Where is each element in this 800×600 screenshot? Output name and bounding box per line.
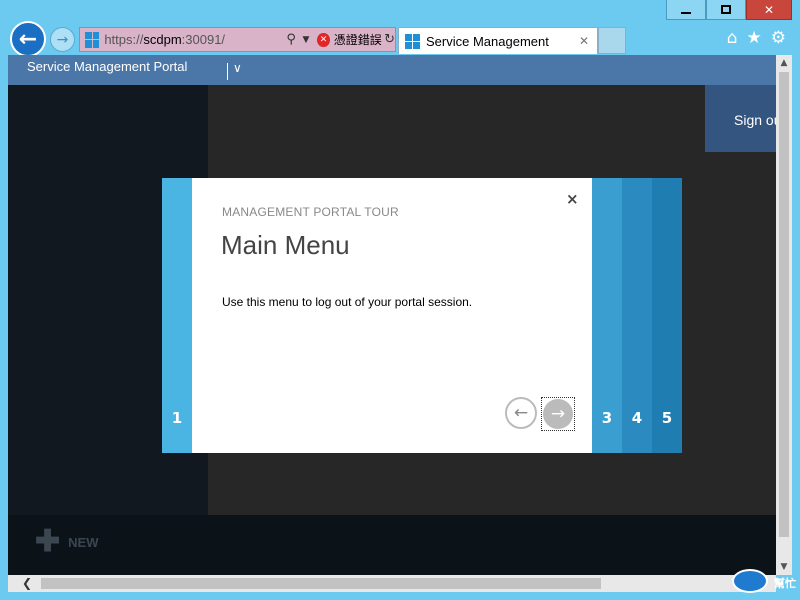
maximize-icon [721,5,731,14]
command-bar: ✚ NEW [8,515,776,575]
tab-close-icon[interactable]: ✕ [579,34,597,48]
windows-logo-icon [405,33,420,49]
watermark-logo: 幫忙 [732,567,798,597]
new-button[interactable]: ✚ NEW [35,525,99,558]
tour-body: Use this menu to log out of your portal … [222,295,473,309]
close-window-button[interactable]: ✕ [746,0,792,20]
page-viewport: Service Management Portal ∨ Sign out ✚ N… [8,55,776,575]
arrow-left-icon: ← [513,403,529,423]
tour-heading: Main Menu [221,230,350,260]
arrow-right-icon: → [543,399,573,429]
chevron-down-icon[interactable]: ∨ [233,61,242,75]
address-bar[interactable]: https://scdpm:30091/ ⚲ ▼ ✕ 憑證錯誤 ↻ [79,27,396,52]
previous-button[interactable]: ← [505,397,537,429]
tab-title: Service Management [426,33,549,49]
close-icon[interactable]: × [566,190,579,208]
tour-eyebrow: MANAGEMENT PORTAL TOUR [222,205,399,219]
scroll-left-icon[interactable]: ❮ [22,576,32,590]
new-button-label: NEW [68,534,99,550]
search-icon[interactable]: ⚲ [286,32,302,47]
window-controls: ✕ [666,0,792,20]
watermark-text: 幫忙 [774,577,796,590]
vertical-scroll-thumb[interactable] [779,72,789,537]
certificate-error-icon[interactable]: ✕ [317,32,330,47]
new-tab-button[interactable] [598,27,626,54]
home-icon[interactable]: ⌂ [727,28,738,48]
portal-tour-dialog: 1 MANAGEMENT PORTAL TOUR Main Menu Use t… [162,178,682,453]
browser-toolbar: ⌂ ★ ⚙ [727,28,786,48]
browser-tab[interactable]: Service Management ✕ [398,27,598,54]
close-icon: ✕ [763,2,775,17]
refresh-icon[interactable]: ↻ [384,32,395,47]
scroll-up-icon[interactable]: ▲ [776,55,792,71]
sign-out-tile[interactable]: Sign out [705,85,776,152]
arrow-left-icon: ← [18,26,38,52]
vertical-scrollbar[interactable]: ▲ ▼ [776,55,792,575]
header-divider [227,63,228,80]
portal-title[interactable]: Service Management Portal [27,59,187,74]
browser-window: ✕ ← → https://scdpm:30091/ ⚲ ▼ ✕ 憑證錯誤 ↻ … [0,0,800,600]
back-button[interactable]: ← [10,21,46,57]
tour-panel: MANAGEMENT PORTAL TOUR Main Menu Use thi… [192,178,592,453]
horizontal-scrollbar[interactable]: ❮ [8,575,776,592]
forward-button[interactable]: → [50,27,75,52]
star-icon[interactable]: ★ [747,28,762,48]
watermark-badge [732,569,768,593]
url-text[interactable]: https://scdpm:30091/ [104,32,286,47]
tour-steps: 3 4 5 [592,178,682,453]
plus-icon: ✚ [35,525,61,558]
tour-step-4[interactable]: 4 [622,178,652,453]
minimize-button[interactable] [666,0,706,20]
minimize-icon [681,11,691,14]
arrow-right-icon: → [56,31,69,48]
certificate-error-label[interactable]: 憑證錯誤 [334,31,382,48]
portal-header: Service Management Portal ∨ [8,55,776,85]
gear-icon[interactable]: ⚙ [771,28,786,48]
next-button[interactable]: → [541,397,575,431]
sign-out-label: Sign out [734,112,776,128]
tour-step-3[interactable]: 3 [592,178,622,453]
chevron-down-icon[interactable]: ▼ [302,35,313,45]
windows-logo-icon [85,31,100,48]
maximize-button[interactable] [706,0,746,20]
tour-step-5[interactable]: 5 [652,178,682,453]
tour-step-1[interactable]: 1 [162,178,192,453]
horizontal-scroll-thumb[interactable] [41,578,601,589]
